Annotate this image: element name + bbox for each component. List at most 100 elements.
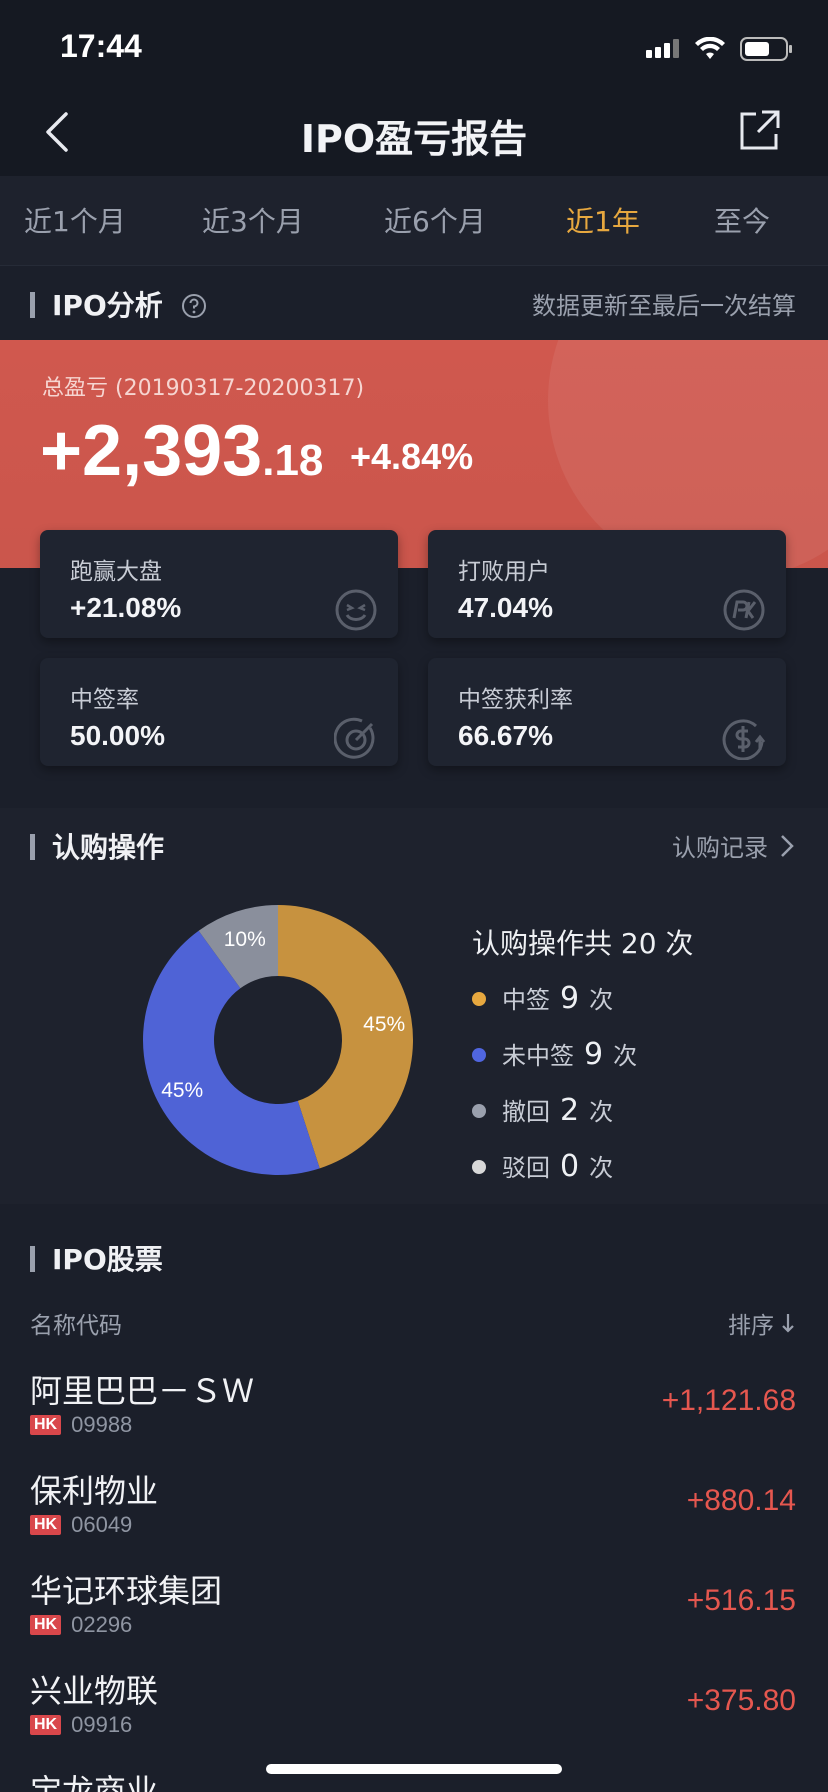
page-title: IPO盈亏报告: [300, 117, 528, 161]
wifi-icon: [695, 37, 725, 59]
sort-down-arrow-icon: [782, 1314, 794, 1333]
subscription-title: 认购操作: [52, 831, 165, 864]
status-bar: 17:44: [0, 0, 828, 100]
legend-count: 0: [560, 1149, 580, 1184]
pk-icon: [723, 589, 765, 631]
battery-icon: [740, 37, 792, 61]
card-value: 66.67%: [458, 720, 553, 751]
stock-pnl: +516.15: [686, 1584, 796, 1617]
subscription-summary: 认购操作共 20 次: [472, 927, 694, 960]
stock-pnl: +880.14: [686, 1484, 796, 1517]
home-indicator: [266, 1764, 562, 1774]
legend-unit: 次: [589, 1098, 614, 1126]
stock-code-number: 02296: [71, 1612, 133, 1637]
tab-6-months[interactable]: 近6个月: [384, 200, 486, 240]
legend-count: 2: [560, 1093, 580, 1128]
donut-label-未中签: 45%: [161, 1079, 203, 1102]
cellular-signal-icon: [646, 39, 679, 58]
section-marker: [30, 834, 35, 860]
card-label: 中签获利率: [458, 687, 573, 713]
card-value: 50.00%: [70, 720, 165, 751]
stock-row[interactable]: 兴业物联 HK 09916 +375.80: [0, 1666, 828, 1766]
section-marker: [30, 1246, 35, 1272]
status-icons: [644, 36, 794, 62]
legend-label: 未中签: [502, 1042, 574, 1070]
ipo-stocks-section: IPO股票 名称代码 排序 阿里巴巴－ＳＷ HK 09988 +1,121.68…: [0, 1220, 828, 1792]
time-range-tabs: 近1个月 近3个月 近6个月 近1年 至今: [0, 176, 828, 266]
market-badge: HK: [30, 1415, 62, 1435]
stock-name: 阿里巴巴－ＳＷ: [30, 1372, 255, 1410]
ipo-analysis-title-text: IPO分析: [52, 289, 163, 322]
total-pnl-decimal: .18: [262, 436, 324, 485]
dollar-up-icon: [722, 719, 766, 760]
legend-unit: 次: [613, 1042, 638, 1070]
status-time: 17:44: [60, 28, 142, 64]
data-update-note: 数据更新至最后一次结算: [532, 292, 796, 320]
stock-row[interactable]: 华记环球集团 HK 02296 +516.15: [0, 1566, 828, 1666]
market-badge: HK: [30, 1715, 62, 1735]
total-pnl-integer: +2,393: [40, 411, 263, 491]
subscription-record-link[interactable]: 认购记录: [672, 828, 796, 863]
card-win-rate: 中签率 50.00%: [40, 658, 398, 766]
tab-3-months[interactable]: 近3个月: [202, 200, 304, 240]
stock-code-number: 09916: [71, 1712, 133, 1737]
ipo-stocks-header: IPO股票: [0, 1220, 828, 1294]
help-icon[interactable]: [181, 293, 207, 319]
stock-pnl: +1,121.68: [661, 1384, 796, 1417]
subscription-record-label: 认购记录: [672, 834, 768, 862]
card-label: 跑赢大盘: [70, 559, 162, 585]
legend-label: 撤回: [502, 1098, 550, 1126]
ipo-stocks-title: IPO股票: [52, 1243, 163, 1276]
tab-1-month[interactable]: 近1个月: [24, 200, 126, 240]
chevron-right-icon: [781, 834, 794, 857]
legend-unit: 次: [589, 986, 614, 1014]
stock-pnl: +375.80: [686, 1684, 796, 1717]
stock-name: 华记环球集团: [30, 1572, 223, 1610]
card-value: 47.04%: [458, 592, 553, 623]
legend-item-won: 中签 9 次: [472, 980, 613, 1016]
stock-name: 宝龙商业: [30, 1772, 159, 1792]
ipo-analysis-title: IPO分析: [52, 284, 207, 324]
subscription-header: 认购操作 认购记录: [0, 808, 828, 882]
card-beat-market: 跑赢大盘 +21.08%: [40, 530, 398, 638]
legend-unit: 次: [589, 1154, 614, 1182]
legend-item-not-won: 未中签 9 次: [472, 1036, 637, 1072]
total-pnl-value: +2,393.18: [40, 410, 323, 492]
tab-1-year[interactable]: 近1年: [566, 200, 640, 240]
stock-code: HK 02296: [30, 1612, 132, 1638]
donut-label-撤回: 10%: [224, 928, 266, 951]
wink-face-icon: [335, 589, 377, 631]
ipo-analysis-header: IPO分析 数据更新至最后一次结算: [0, 266, 828, 340]
legend-count: 9: [584, 1037, 604, 1072]
stock-row[interactable]: 保利物业 HK 06049 +880.14: [0, 1466, 828, 1566]
legend-dot: [472, 1104, 486, 1118]
card-label: 打败用户: [458, 559, 550, 585]
total-pnl-label: 总盈亏 (20190317-20200317): [42, 376, 365, 401]
legend-dot: [472, 992, 486, 1006]
market-badge: HK: [30, 1515, 62, 1535]
section-marker: [30, 292, 35, 318]
total-pnl-percent: +4.84%: [350, 436, 474, 477]
target-icon: [334, 717, 375, 759]
legend-item-withdrawn: 撤回 2 次: [472, 1092, 613, 1128]
stock-name: 保利物业: [30, 1472, 159, 1510]
stock-row[interactable]: 阿里巴巴－ＳＷ HK 09988 +1,121.68: [0, 1366, 828, 1466]
nav-bar: IPO盈亏报告: [0, 90, 828, 176]
card-beat-users: 打败用户 47.04%: [428, 530, 786, 638]
stock-code: HK 06049: [30, 1512, 132, 1538]
legend-item-rejected: 驳回 0 次: [472, 1148, 613, 1184]
stock-code: HK 09988: [30, 1412, 132, 1438]
sort-label: 排序: [728, 1313, 774, 1339]
card-profit-rate: 中签获利率 66.67%: [428, 658, 786, 766]
legend-dot: [472, 1048, 486, 1062]
sort-button[interactable]: 排序: [728, 1306, 796, 1340]
subscription-section: 认购操作 认购记录 45% 45% 10% 认购操作共 20 次 中签 9 次 未中…: [0, 808, 828, 1204]
tab-all-time[interactable]: 至今: [714, 200, 770, 240]
stock-code: HK 09916: [30, 1712, 132, 1738]
share-icon[interactable]: [736, 106, 784, 154]
legend-count: 9: [560, 981, 580, 1016]
column-name-code: 名称代码: [30, 1313, 122, 1339]
donut-label-中签: 45%: [363, 1013, 405, 1036]
stock-code-number: 09988: [71, 1412, 133, 1437]
card-value: +21.08%: [70, 592, 182, 623]
